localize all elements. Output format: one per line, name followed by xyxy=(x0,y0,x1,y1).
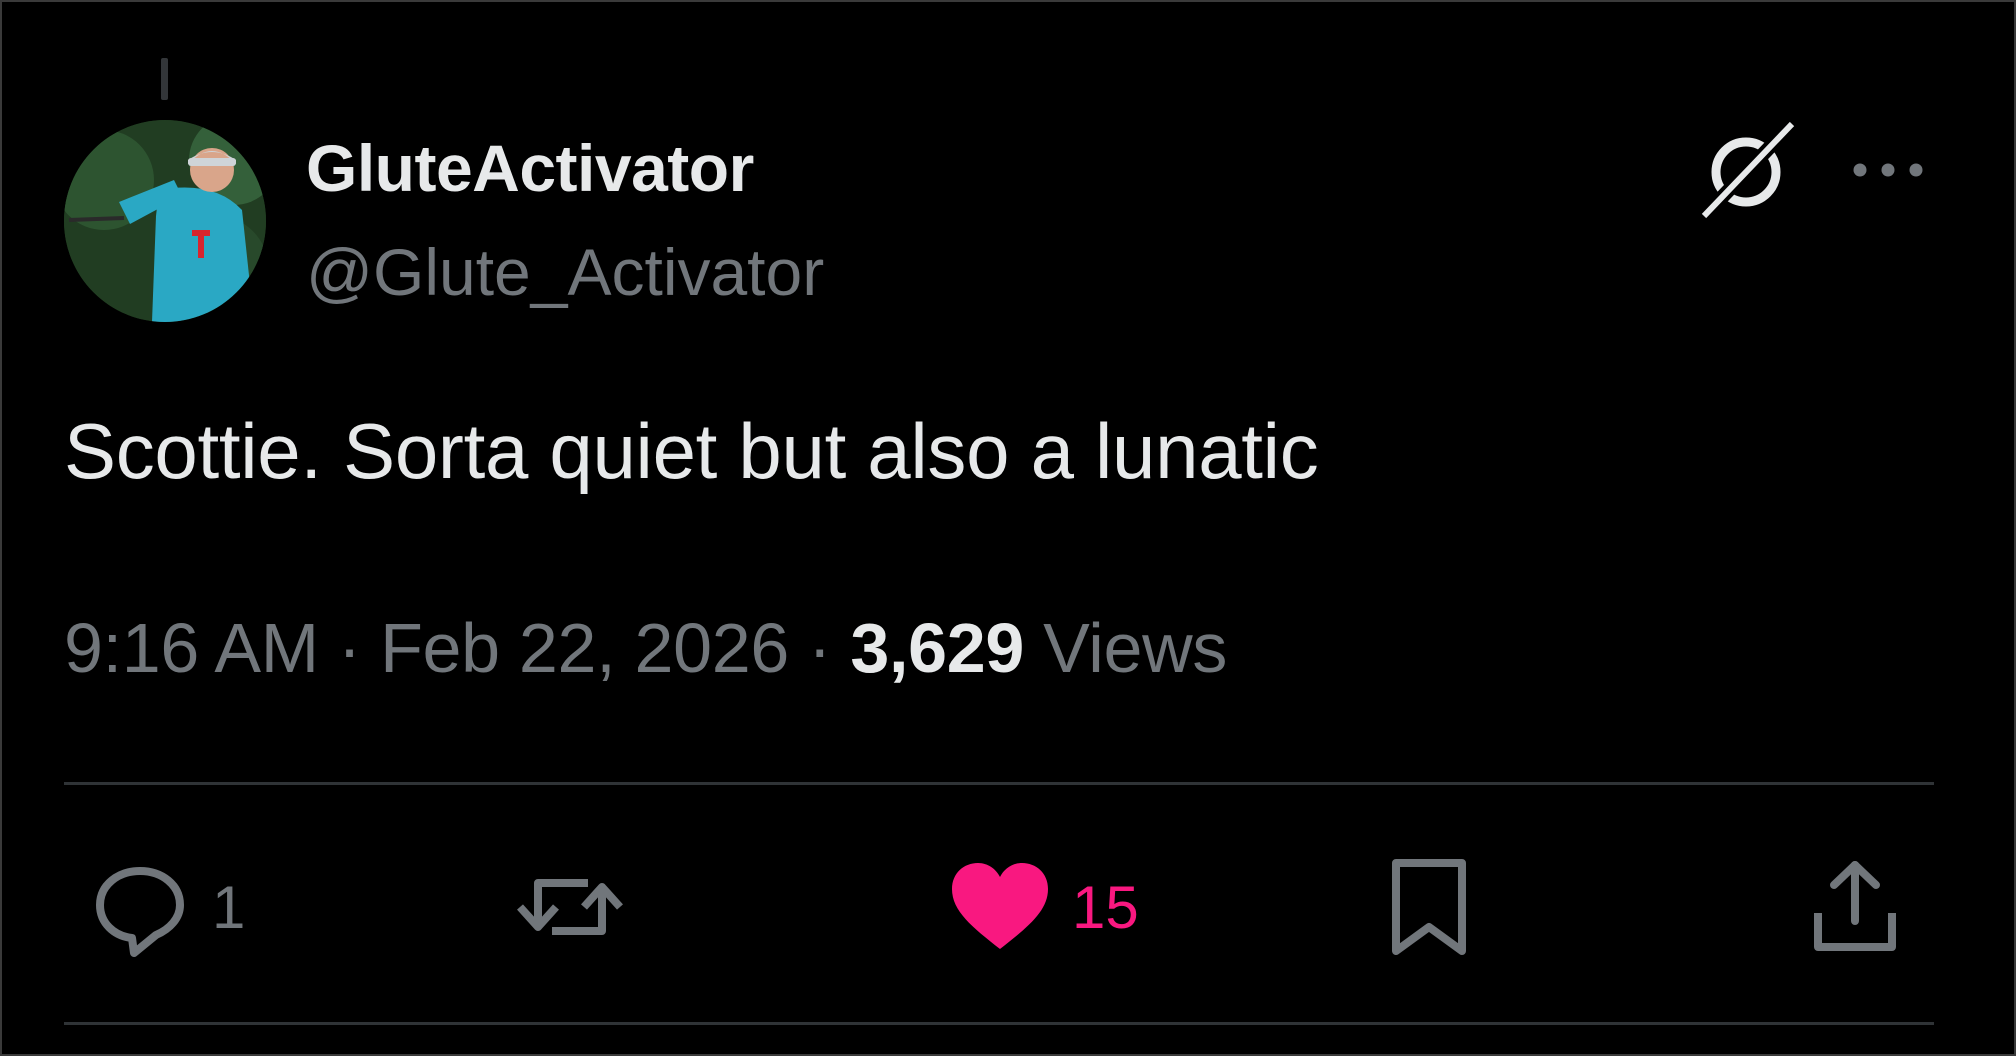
reply-button[interactable]: 1 xyxy=(90,857,245,957)
author-handle[interactable]: @Glute_Activator xyxy=(306,234,824,310)
views-count[interactable]: 3,629 xyxy=(850,609,1024,687)
repost-icon xyxy=(517,879,623,935)
thread-connector-line xyxy=(161,58,168,100)
views-label[interactable]: Views xyxy=(1043,609,1227,687)
reply-icon xyxy=(96,867,184,957)
author-display-name[interactable]: GluteActivator xyxy=(306,130,754,206)
bookmark-icon xyxy=(1392,859,1466,955)
divider xyxy=(64,782,1934,785)
tweet-text: Scottie. Sorta quiet but also a lunatic xyxy=(64,407,1319,495)
tweet-time[interactable]: 9:16 AM xyxy=(64,609,319,687)
grok-icon[interactable] xyxy=(1700,120,1796,220)
tweet-date[interactable]: Feb 22, 2026 xyxy=(380,609,789,687)
like-count: 15 xyxy=(1072,873,1139,941)
more-options-icon[interactable] xyxy=(1850,152,1926,188)
avatar-image xyxy=(64,120,266,322)
meta-separator: · xyxy=(808,609,832,687)
share-button[interactable] xyxy=(1810,857,1900,957)
like-button[interactable]: 15 xyxy=(950,857,1139,957)
reply-count: 1 xyxy=(212,873,246,941)
heart-icon xyxy=(952,863,1048,949)
bookmark-button[interactable] xyxy=(1388,857,1470,957)
tweet-frame: GluteActivator @Glute_Activator Scottie.… xyxy=(0,0,2016,1056)
meta-separator: · xyxy=(337,609,361,687)
divider xyxy=(64,1022,1934,1025)
repost-button[interactable] xyxy=(512,857,650,957)
share-icon xyxy=(1814,861,1896,951)
avatar[interactable] xyxy=(64,120,266,322)
tweet-metadata: 9:16 AM · Feb 22, 2026 · 3,629 Views xyxy=(64,608,1227,688)
